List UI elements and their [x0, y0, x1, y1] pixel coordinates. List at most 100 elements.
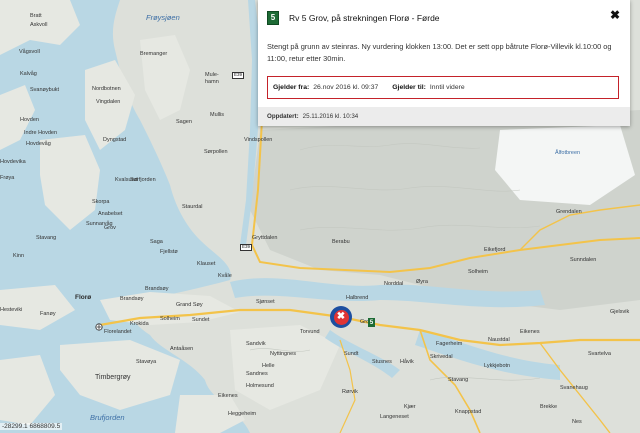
place-label: Svanehaug: [560, 385, 588, 391]
place-label: Gjelsvik: [610, 309, 630, 315]
coordinate-readout: -28299.1 6868809.5: [0, 423, 63, 430]
place-label: Kinn: [13, 253, 25, 259]
place-label: Håvik: [400, 359, 414, 365]
place-label: Sunndalen: [570, 257, 597, 263]
place-label: Ålfotbreen: [555, 150, 581, 156]
place-label: Bratt: [30, 13, 42, 19]
valid-to-value: Inntil videre: [429, 84, 465, 91]
place-label: Fagerheim: [436, 341, 463, 347]
route-shield: E39: [240, 244, 253, 251]
road-number-badge: 5: [267, 10, 279, 25]
place-label: Staurdal: [182, 204, 203, 210]
place-label: Knappstad: [455, 409, 482, 415]
valid-from-label: Gjelder fra:: [273, 84, 310, 91]
place-label: Timbergrøy: [95, 374, 131, 381]
popup-title: Rv 5 Grov, på strekningen Florø - Førde: [289, 12, 440, 23]
place-label: Sandnes: [246, 371, 268, 377]
place-label: Florelandet: [104, 329, 132, 335]
place-label: Hesteviki: [0, 307, 23, 313]
water-label: Brufjorden: [90, 413, 125, 422]
popup-header: 5 Rv 5 Grov, på strekningen Florø - Førd…: [258, 0, 630, 35]
place-label: Stavang: [36, 235, 57, 241]
place-label: Kalvåg: [20, 71, 37, 77]
place-label: Fanøy: [40, 311, 56, 317]
place-label: Norddal: [384, 281, 404, 287]
place-label: Øyra: [416, 279, 428, 285]
water-label: Frøysjøen: [146, 13, 180, 22]
validity-box: Gjelder fra: 26.nov 2016 kl. 09:37 Gjeld…: [267, 76, 619, 99]
place-label: Fjellstø: [160, 249, 178, 255]
route-shield: E39: [232, 72, 245, 79]
place-label: Kvåle: [218, 273, 232, 279]
place-label: Grand Søy: [176, 302, 203, 308]
place-label: Eikenes: [520, 329, 540, 335]
place-label: Solheim: [160, 316, 180, 322]
place-label: Sørpollen: [204, 149, 228, 155]
place-label: Kjær: [404, 404, 416, 410]
place-label: Klauset: [197, 261, 216, 267]
place-label: Anabelset: [98, 211, 123, 217]
place-label: Dyngstad: [103, 137, 127, 143]
place-label: Gryttdalen: [252, 235, 278, 241]
place-label: Sandvik: [246, 341, 266, 347]
place-label: Antaåsen: [170, 346, 194, 352]
place-label: Florø: [75, 294, 92, 301]
place-label: Hovden: [20, 117, 39, 123]
place-label: Skrivedal: [430, 354, 453, 360]
place-label: Hovdevika: [0, 159, 26, 165]
place-label: Svanøybukt: [30, 87, 60, 93]
place-label: Heggeheim: [228, 411, 257, 417]
place-label: hamn: [205, 79, 219, 85]
place-label: Rørvik: [342, 389, 358, 395]
place-label: Sundet: [192, 317, 210, 323]
place-label: Askvoll: [30, 22, 48, 28]
place-label: Nes: [572, 419, 582, 425]
place-label: Svartelva: [588, 351, 611, 357]
updated-label: Oppdatert:: [267, 113, 299, 120]
place-label: Krokida: [130, 321, 149, 327]
close-circle-icon: ✖: [333, 309, 349, 325]
place-label: Sundt: [344, 351, 359, 357]
incident-popup: 5 Rv 5 Grov, på strekningen Florø - Førd…: [258, 0, 630, 126]
place-label: Eikenes: [218, 393, 238, 399]
place-label: Brandsøy: [145, 286, 169, 292]
place-label: Stusnes: [372, 359, 392, 365]
place-label: Torvund: [300, 329, 320, 335]
place-label: Frøya: [0, 175, 15, 181]
place-label: Helle: [262, 363, 275, 369]
place-label: Skorpa: [92, 199, 110, 205]
place-label: Vågsvoll: [19, 49, 40, 55]
route-5-badge: 5: [368, 318, 375, 327]
valid-from-value: 26.nov 2016 kl. 09:37: [313, 84, 379, 91]
place-label: Holmesund: [246, 383, 274, 389]
place-label: Indre Hovden: [24, 130, 58, 136]
place-label: Vingdalen: [96, 99, 121, 105]
place-label: Mule-: [205, 72, 219, 78]
place-label: Langeneset: [380, 414, 409, 420]
place-label: Sagen: [176, 119, 192, 125]
place-label: Lykkjebotn: [484, 363, 511, 369]
place-label: Grendalen: [556, 209, 582, 215]
place-label: Naustdal: [488, 337, 510, 343]
popup-description: Stengt på grunn av steinras. Ny vurderin…: [267, 42, 612, 63]
place-label: Stavøya: [136, 359, 157, 365]
place-label: Eikefjord: [484, 247, 506, 253]
place-label: Grov: [104, 225, 116, 231]
place-label: Brekke: [540, 404, 558, 410]
place-label: Berabu: [332, 239, 350, 245]
road-closed-marker[interactable]: ✖: [330, 306, 352, 328]
place-label: Solheim: [468, 269, 488, 275]
place-label: Saga: [150, 239, 163, 245]
place-label: Brandsøy: [120, 296, 144, 302]
place-label: Bremanger: [140, 51, 168, 57]
place-label: Mullis: [210, 112, 225, 118]
place-label: Hovdevåg: [26, 141, 51, 147]
place-label: Vindspollen: [244, 137, 273, 143]
place-label: Halbrend: [346, 295, 369, 301]
close-icon[interactable]: ✖: [610, 9, 620, 21]
popup-footer: Oppdatert: 25.11.2016 kl. 10:34: [258, 107, 630, 126]
place-label: Nordbotnen: [92, 86, 121, 92]
valid-to-label: Gjelder til:: [392, 84, 426, 91]
place-label: Stavang: [448, 377, 469, 383]
place-label: Sjønset: [256, 299, 275, 305]
